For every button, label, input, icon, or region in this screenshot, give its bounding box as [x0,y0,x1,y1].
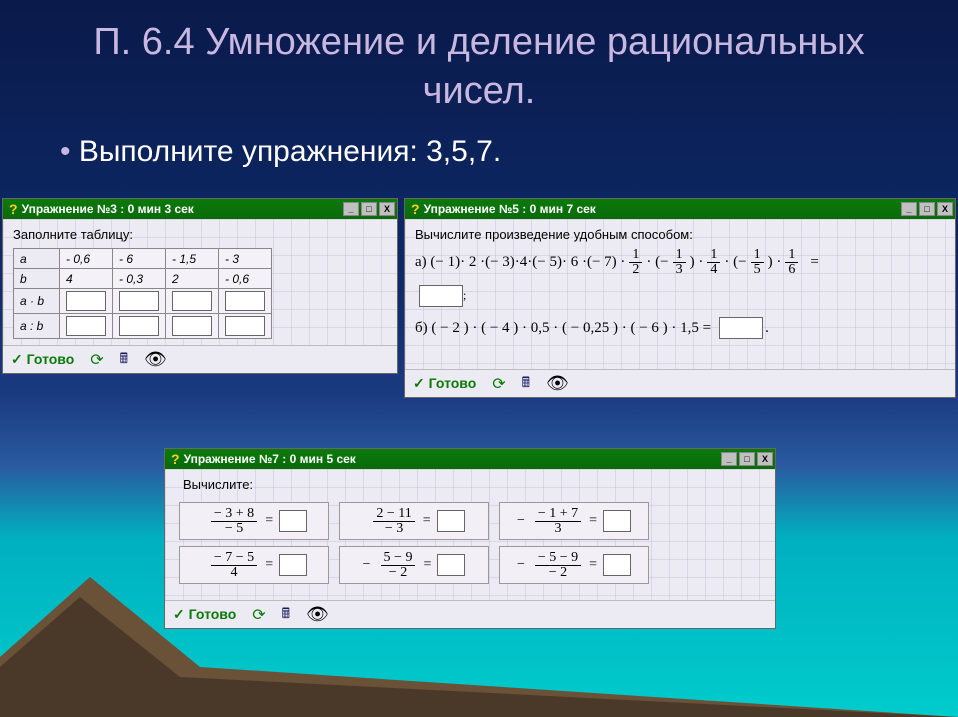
maximize-button[interactable]: □ [919,202,935,216]
fill-table: a - 0,6 - 6 - 1,5 - 3 b 4 - 0,3 2 - 0,6 … [13,248,272,339]
answer-input[interactable] [437,510,465,532]
titlebar[interactable]: ? Упражнение №7 : 0 мин 5 сек _ □ X [165,449,775,469]
minimize-button[interactable]: _ [721,452,737,466]
ready-button[interactable]: Готово [173,606,236,623]
calculator-icon[interactable]: 🖩 [522,372,530,396]
expression-b: б) ( − 2 ) · ( − 4 ) · 0,5 · ( − 0,25 ) … [415,317,945,339]
answer-input[interactable] [119,291,159,311]
answer-input[interactable] [603,554,631,576]
exercise-3-window: ? Упражнение №3 : 0 мин 3 сек _ □ X Запо… [2,198,398,374]
exercise-5-window: ? Упражнение №5 : 0 мин 7 сек _ □ X Вычи… [404,198,956,398]
ready-button[interactable]: Готово [11,351,74,368]
table-row: a - 0,6 - 6 - 1,5 - 3 [14,249,272,269]
table-row: a · b [14,289,272,314]
expression-a: а) (− 1)· 2 ·(− 3)·4·(− 5)· 6 ·(− 7) · 1… [415,248,945,277]
answer-input[interactable] [225,291,265,311]
answer-input[interactable] [279,510,307,532]
eye-icon[interactable]: 👁 [546,373,569,394]
window-title: Упражнение №5 : 0 мин 7 сек [424,202,899,216]
calculator-icon[interactable]: 🖩 [282,603,290,627]
answer-input[interactable] [66,291,106,311]
answer-input[interactable] [172,291,212,311]
slide-title: П. 6.4 Умножение и деление рациональных … [0,0,958,127]
maximize-button[interactable]: □ [739,452,755,466]
prompt-text: Вычислите: [175,477,765,492]
maximize-button[interactable]: □ [361,202,377,216]
table-row: a : b [14,314,272,339]
refresh-icon[interactable]: ⟳ [492,374,505,394]
expression-cell: −− 1 + 73= [499,502,649,540]
window-title: Упражнение №7 : 0 мин 5 сек [184,452,719,466]
answer-input[interactable] [603,510,631,532]
answer-input[interactable] [66,316,106,336]
minimize-button[interactable]: _ [901,202,917,216]
answer-input[interactable] [719,317,763,339]
answer-input[interactable] [419,285,463,307]
answer-input[interactable] [119,316,159,336]
answer-input[interactable] [279,554,307,576]
expression-cell: 2 − 11− 3= [339,502,489,540]
help-icon[interactable]: ? [171,451,180,467]
prompt-text: Заполните таблицу: [13,227,387,242]
close-button[interactable]: X [379,202,395,216]
table-row: b 4 - 0,3 2 - 0,6 [14,269,272,289]
refresh-icon[interactable]: ⟳ [252,605,265,625]
close-button[interactable]: X [937,202,953,216]
toolbar: Готово ⟳ 🖩 👁 [405,369,955,397]
eye-icon[interactable]: 👁 [144,349,167,370]
titlebar[interactable]: ? Упражнение №5 : 0 мин 7 сек _ □ X [405,199,955,219]
slide-bullet: Выполните упражнения: 3,5,7. [0,127,958,185]
help-icon[interactable]: ? [9,201,18,217]
prompt-text: Вычислите произведение удобным способом: [415,227,945,242]
ready-button[interactable]: Готово [413,375,476,392]
titlebar[interactable]: ? Упражнение №3 : 0 мин 3 сек _ □ X [3,199,397,219]
expression-grid: − 3 + 8− 5= 2 − 11− 3= −− 1 + 73= − 7 − … [175,498,765,588]
minimize-button[interactable]: _ [343,202,359,216]
expression-cell: −− 5 − 9− 2= [499,546,649,584]
answer-input[interactable] [225,316,265,336]
refresh-icon[interactable]: ⟳ [90,350,103,370]
toolbar: Готово ⟳ 🖩 👁 [165,600,775,628]
toolbar: Готово ⟳ 🖩 👁 [3,345,397,373]
answer-input[interactable] [172,316,212,336]
expression-cell: − 7 − 54= [179,546,329,584]
calculator-icon[interactable]: 🖩 [120,348,128,372]
eye-icon[interactable]: 👁 [306,604,329,625]
expression-cell: − 3 + 8− 5= [179,502,329,540]
window-title: Упражнение №3 : 0 мин 3 сек [22,202,341,216]
exercise-7-window: ? Упражнение №7 : 0 мин 5 сек _ □ X Вычи… [164,448,776,629]
help-icon[interactable]: ? [411,201,420,217]
close-button[interactable]: X [757,452,773,466]
expression-cell: −5 − 9− 2= [339,546,489,584]
answer-input[interactable] [437,554,465,576]
